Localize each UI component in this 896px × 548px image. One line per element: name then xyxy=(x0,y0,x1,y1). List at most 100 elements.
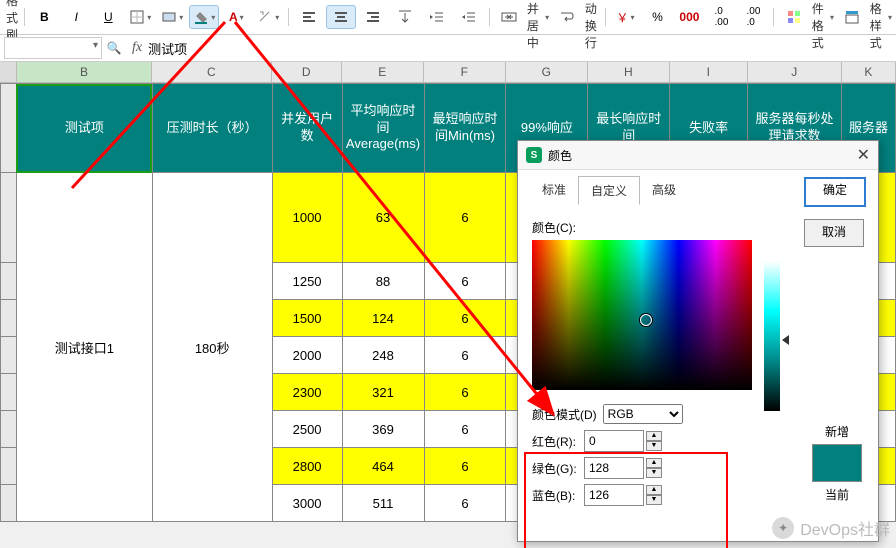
fx-icon[interactable]: fx xyxy=(132,40,142,56)
wrap-label[interactable]: 自动换行 xyxy=(585,0,599,51)
indent-dec-button[interactable] xyxy=(454,5,484,29)
table-style-label[interactable]: 表格样式 xyxy=(870,0,884,51)
wrap-button[interactable] xyxy=(552,5,582,29)
cell-style-button[interactable]: ▾ xyxy=(157,5,187,29)
cell-E[interactable]: 124 xyxy=(342,300,424,337)
cell-D[interactable]: 2300 xyxy=(272,374,342,411)
cell-F[interactable]: 6 xyxy=(424,448,506,485)
b-spinner[interactable]: ▲▼ xyxy=(646,485,662,505)
sat-val-picker[interactable] xyxy=(532,240,752,390)
color-mode-select[interactable]: RGB xyxy=(603,404,683,424)
table-style-button[interactable] xyxy=(837,5,867,29)
cell-F[interactable]: 6 xyxy=(424,173,506,263)
cell-F[interactable]: 6 xyxy=(424,485,506,522)
cell-F[interactable]: 6 xyxy=(424,300,506,337)
percent-button[interactable]: % xyxy=(642,5,672,29)
cell-D[interactable]: 1000 xyxy=(272,173,342,263)
select-all-corner[interactable] xyxy=(0,62,17,82)
cell-B[interactable]: 测试接口1 xyxy=(16,173,152,522)
dialog-titlebar[interactable]: S 颜色 ✕ xyxy=(518,141,878,170)
cell-D[interactable]: 2500 xyxy=(272,411,342,448)
r-spinner[interactable]: ▲▼ xyxy=(646,431,662,451)
col-header-F[interactable]: F xyxy=(424,62,506,82)
align-center-button[interactable] xyxy=(326,5,356,29)
close-icon[interactable]: ✕ xyxy=(857,145,870,165)
fill-color-button[interactable]: ▾ xyxy=(189,5,219,29)
hue-slider[interactable] xyxy=(764,261,780,411)
cond-format-label[interactable]: 条件格式 xyxy=(812,0,826,51)
header-E[interactable]: 平均响应时间Average(ms) xyxy=(342,84,424,173)
comma-button[interactable]: 000 xyxy=(674,5,704,29)
dec-decimal-button[interactable]: .00.0 xyxy=(738,5,768,29)
col-header-K[interactable]: K xyxy=(842,62,896,82)
font-color-button[interactable]: A▾ xyxy=(221,5,251,29)
watermark: ✦ DevOps社群 xyxy=(772,516,890,540)
new-label: 新增 xyxy=(812,423,862,440)
zoom-icon[interactable]: 🔍 xyxy=(102,41,126,55)
cell-D[interactable]: 1250 xyxy=(272,263,342,300)
r-label: 红色(R): xyxy=(532,433,584,450)
col-header-G[interactable]: G xyxy=(506,62,588,82)
col-header-B[interactable]: B xyxy=(17,62,152,82)
col-header-D[interactable]: D xyxy=(272,62,342,82)
col-header-E[interactable]: E xyxy=(342,62,424,82)
header-B[interactable]: 测试项 xyxy=(16,84,152,173)
cell-E[interactable]: 88 xyxy=(342,263,424,300)
align-right-button[interactable] xyxy=(358,5,388,29)
cell-C[interactable]: 180秒 xyxy=(152,173,272,522)
cell-D[interactable]: 2000 xyxy=(272,337,342,374)
cell-D[interactable]: 3000 xyxy=(272,485,342,522)
g-spinner[interactable]: ▲▼ xyxy=(646,458,662,478)
inc-decimal-button[interactable]: .0.00 xyxy=(706,5,736,29)
merge-button[interactable] xyxy=(494,5,524,29)
cell-D[interactable]: 1500 xyxy=(272,300,342,337)
cell-E[interactable]: 369 xyxy=(342,411,424,448)
cell-F[interactable]: 6 xyxy=(424,411,506,448)
header-F[interactable]: 最短响应时间Min(ms) xyxy=(424,84,506,173)
cell-F[interactable]: 6 xyxy=(424,337,506,374)
cell-F[interactable]: 6 xyxy=(424,263,506,300)
italic-button[interactable]: I xyxy=(61,5,91,29)
col-header-I[interactable]: I xyxy=(670,62,748,82)
bold-button[interactable]: B xyxy=(29,5,59,29)
cell-E[interactable]: 464 xyxy=(342,448,424,485)
cell-E[interactable]: 321 xyxy=(342,374,424,411)
col-header-J[interactable]: J xyxy=(748,62,842,82)
header-D[interactable]: 并发用户数 xyxy=(272,84,342,173)
currency-button[interactable]: ￥▾ xyxy=(610,5,640,29)
cell-E[interactable]: 511 xyxy=(342,485,424,522)
tab-standard[interactable]: 标准 xyxy=(530,176,578,205)
borders-button[interactable]: ▾ xyxy=(125,5,155,29)
color-c-label: 颜色(C): xyxy=(532,219,864,236)
cell-F[interactable]: 6 xyxy=(424,374,506,411)
g-input[interactable] xyxy=(584,457,644,479)
cell-E[interactable]: 248 xyxy=(342,337,424,374)
indent-inc-button[interactable] xyxy=(422,5,452,29)
cond-format-button[interactable] xyxy=(779,5,809,29)
name-box[interactable] xyxy=(4,37,102,59)
color-mode-label: 颜色模式(D) xyxy=(532,406,597,423)
wps-logo-icon: S xyxy=(526,147,542,163)
formula-value[interactable]: 测试项 xyxy=(148,39,187,58)
valign-button[interactable] xyxy=(390,5,420,29)
cell-E[interactable]: 63 xyxy=(342,173,424,263)
r-input[interactable] xyxy=(584,430,644,452)
color-swatch xyxy=(812,444,862,482)
align-left-button[interactable] xyxy=(294,5,324,29)
current-label: 当前 xyxy=(812,486,862,503)
tab-custom[interactable]: 自定义 xyxy=(578,176,640,205)
cell-D[interactable]: 2800 xyxy=(272,448,342,485)
col-header-C[interactable]: C xyxy=(152,62,272,82)
b-input[interactable] xyxy=(584,484,644,506)
clear-format-button[interactable]: ▾ xyxy=(253,5,283,29)
col-header-H[interactable]: H xyxy=(588,62,670,82)
merge-label[interactable]: 合并居中 xyxy=(527,0,541,51)
color-dialog: S 颜色 ✕ 标准 自定义 高级 确定 取消 颜色(C): 颜色模式(D) RG… xyxy=(517,140,879,542)
ok-button[interactable]: 确定 xyxy=(804,177,866,207)
hue-pointer-icon xyxy=(782,335,789,345)
tab-advanced[interactable]: 高级 xyxy=(640,176,688,205)
header-C[interactable]: 压测时长（秒） xyxy=(152,84,272,173)
underline-button[interactable]: U xyxy=(93,5,123,29)
g-label: 绿色(G): xyxy=(532,460,584,477)
column-headers: B C D E F G H I J K xyxy=(0,62,896,83)
